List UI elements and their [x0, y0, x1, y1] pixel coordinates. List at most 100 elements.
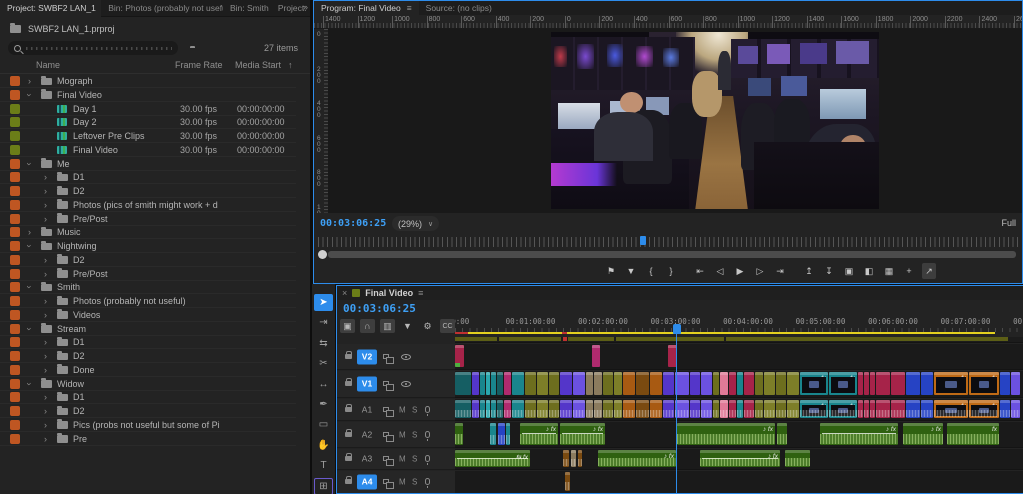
- bin-row-me[interactable]: ›Me: [0, 157, 296, 171]
- timeline-clip[interactable]: [563, 337, 567, 341]
- bin-row-music[interactable]: ›Music: [0, 225, 296, 239]
- timeline-clip[interactable]: [776, 400, 786, 418]
- mute-button[interactable]: M: [399, 430, 406, 439]
- toggle-track-output-icon[interactable]: [401, 354, 411, 360]
- timeline-clip[interactable]: [472, 400, 479, 418]
- timeline-clip[interactable]: [491, 372, 496, 395]
- timeline-clip[interactable]: [573, 400, 585, 418]
- bin-row-pre-post[interactable]: ›Pre/Post: [0, 212, 296, 226]
- solo-button[interactable]: S: [412, 430, 417, 439]
- bin-row-day-2[interactable]: Day 230.00 fps00:00:00:00: [0, 115, 296, 129]
- timeline-clip[interactable]: [560, 372, 572, 395]
- timeline-clip[interactable]: [690, 372, 700, 395]
- linked-selection-toggle-icon[interactable]: ▥: [380, 319, 395, 333]
- toggle-track-output-icon[interactable]: [401, 381, 411, 387]
- sync-lock-icon[interactable]: [383, 407, 389, 412]
- timeline-clip[interactable]: [603, 372, 613, 395]
- bin-row-d1[interactable]: ›D1: [0, 390, 296, 404]
- timeline-clip[interactable]: [455, 423, 463, 445]
- timeline-clip[interactable]: fx: [800, 400, 828, 418]
- timeline-clip[interactable]: [764, 372, 775, 395]
- timeline-clip[interactable]: [858, 400, 863, 418]
- chevron-right-icon[interactable]: ›: [44, 294, 47, 308]
- chevron-right-icon[interactable]: ›: [44, 267, 47, 281]
- timeline-clip[interactable]: [486, 400, 490, 418]
- mark-in-icon[interactable]: {: [644, 263, 658, 279]
- bin-row-d2[interactable]: ›D2: [0, 404, 296, 418]
- label-color-chip[interactable]: [10, 392, 20, 402]
- label-color-chip[interactable]: [10, 90, 20, 100]
- timeline-clip[interactable]: [490, 423, 496, 445]
- timeline-clip[interactable]: [455, 372, 471, 395]
- timeline-clip[interactable]: [675, 400, 689, 418]
- timeline-clip[interactable]: [594, 372, 602, 395]
- timeline-tab[interactable]: × Final Video ≡: [337, 286, 1023, 300]
- timeline-clip[interactable]: [1011, 372, 1020, 395]
- comparison-view-icon[interactable]: ◧: [862, 263, 876, 279]
- sync-lock-icon[interactable]: [383, 354, 389, 359]
- tab-overflow-icon[interactable]: »: [303, 2, 308, 12]
- label-color-chip[interactable]: [10, 337, 20, 347]
- timeline-clip[interactable]: [675, 372, 689, 395]
- timeline-clip[interactable]: [560, 400, 572, 418]
- timeline-clip[interactable]: [876, 372, 890, 395]
- timeline-clip[interactable]: [616, 337, 724, 341]
- mute-button[interactable]: M: [399, 405, 406, 414]
- timeline-timecode[interactable]: 00:03:06:25: [343, 302, 416, 315]
- voiceover-record-icon[interactable]: [425, 406, 430, 413]
- timeline-clip[interactable]: [480, 400, 485, 418]
- timeline-clip[interactable]: [1000, 372, 1010, 395]
- timeline-clip[interactable]: [623, 372, 635, 395]
- timeline-clip[interactable]: ♪ fx: [520, 423, 558, 445]
- timeline-clip[interactable]: [1000, 400, 1010, 418]
- chevron-down-icon[interactable]: ›: [23, 382, 37, 385]
- timeline-clip[interactable]: fx: [934, 400, 968, 418]
- bin-row-nightwing[interactable]: ›Nightwing: [0, 239, 296, 253]
- timeline-clip[interactable]: [568, 337, 614, 341]
- chevron-down-icon[interactable]: ›: [23, 162, 37, 165]
- bin-row-pre-post[interactable]: ›Pre/Post: [0, 267, 296, 281]
- timeline-clip[interactable]: [614, 400, 622, 418]
- bin-row-stream[interactable]: ›Stream: [0, 322, 296, 336]
- label-color-chip[interactable]: [10, 104, 20, 114]
- timeline-clip[interactable]: [737, 400, 743, 418]
- timeline-clip[interactable]: [497, 372, 503, 395]
- timeline-clip[interactable]: fx: [934, 372, 968, 395]
- selection-tool[interactable]: ➤: [314, 294, 333, 311]
- volume-rubber-band[interactable]: [457, 458, 528, 459]
- timeline-clip[interactable]: [614, 372, 622, 395]
- timeline-clip[interactable]: [636, 400, 649, 418]
- mute-button[interactable]: M: [399, 478, 406, 487]
- chevron-right-icon[interactable]: ›: [44, 253, 47, 267]
- nest-toggle-icon[interactable]: ▣: [340, 319, 355, 333]
- timeline-clip[interactable]: [491, 400, 496, 418]
- timeline-clip[interactable]: fx: [969, 400, 999, 418]
- label-color-chip[interactable]: [10, 255, 20, 265]
- timeline-clip[interactable]: [701, 400, 712, 418]
- sync-lock-icon[interactable]: [383, 381, 389, 386]
- chevron-right-icon[interactable]: ›: [28, 225, 31, 239]
- program-scrollbar[interactable]: [328, 251, 1016, 258]
- add-marker-icon[interactable]: ⚑: [604, 263, 618, 279]
- chevron-right-icon[interactable]: ›: [44, 349, 47, 363]
- timeline-clip[interactable]: [729, 400, 736, 418]
- label-color-chip[interactable]: [10, 186, 20, 196]
- label-color-chip[interactable]: [10, 117, 20, 127]
- go-to-out-icon[interactable]: ⇥: [773, 263, 787, 279]
- timeline-clip[interactable]: fx: [947, 423, 999, 445]
- timeline-clip[interactable]: [720, 372, 728, 395]
- timeline-clip[interactable]: [499, 337, 561, 341]
- label-color-chip[interactable]: [10, 351, 20, 361]
- timeline-clip[interactable]: [565, 472, 570, 491]
- program-zoom-dropdown[interactable]: (29%) ∨: [392, 216, 439, 231]
- hand-tool[interactable]: ✋: [314, 437, 333, 454]
- timeline-clip[interactable]: [636, 372, 649, 395]
- panel-menu-icon[interactable]: ≡: [407, 3, 412, 13]
- program-video-frame[interactable]: [551, 32, 879, 209]
- snap-toggle-icon[interactable]: ∩: [360, 319, 375, 333]
- chevron-right-icon[interactable]: ›: [44, 198, 47, 212]
- track-select-forward-tool[interactable]: ⇥: [314, 314, 333, 331]
- timeline-clip[interactable]: [663, 400, 674, 418]
- timeline-clip[interactable]: [870, 400, 875, 418]
- column-media-start[interactable]: Media Start: [235, 60, 281, 70]
